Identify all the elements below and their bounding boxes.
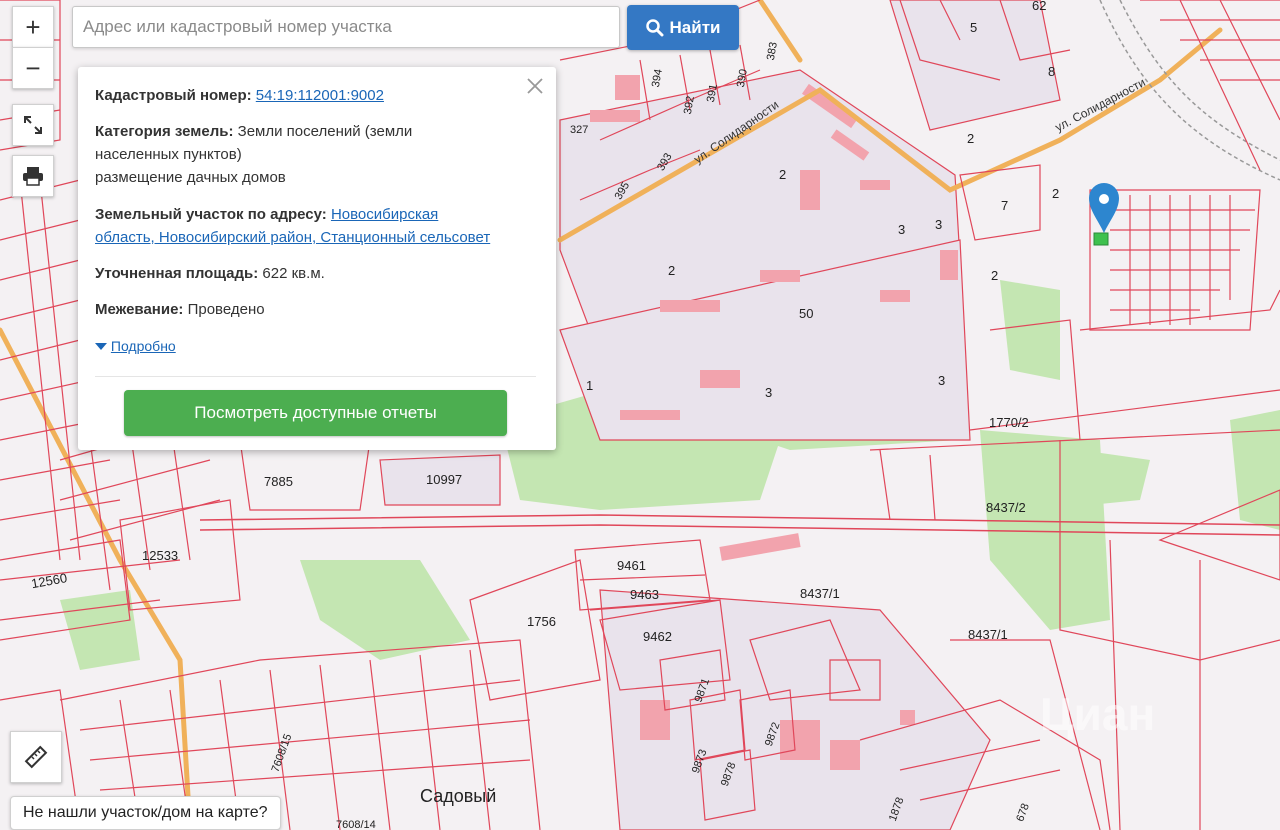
address-label: Земельный участок по адресу: — [95, 206, 327, 223]
search-input[interactable] — [72, 6, 620, 48]
parcel-label: 2 — [967, 131, 974, 146]
not-found-button[interactable]: Не нашли участок/дом на карте? — [10, 796, 281, 830]
parcel-label: 1 — [586, 378, 593, 393]
survey-row: Межевание: Проведено — [95, 298, 535, 321]
parcel-label: 3 — [898, 222, 905, 237]
parcel-label: 7608/14 — [336, 819, 376, 830]
watermark: Циан — [1040, 688, 1155, 740]
parcel-label: 3 — [938, 373, 945, 388]
popup-divider — [95, 376, 536, 377]
address-link[interactable]: область, Новосибирский район, Станционны… — [95, 229, 490, 246]
parcel-label: 1770/2 — [989, 415, 1029, 430]
parcel-label: 7 — [1001, 198, 1008, 213]
search-icon — [645, 18, 664, 36]
expand-icon — [24, 116, 42, 134]
area-row: Уточненная площадь: 622 кв.м. — [95, 262, 535, 285]
parcel-label: 8437/2 — [986, 500, 1026, 515]
address-link[interactable]: Новосибирская — [331, 206, 438, 223]
cadastral-number-row: Кадастровый номер: 54:19:112001:9002 — [95, 84, 535, 107]
area-label: Уточненная площадь: — [95, 265, 259, 282]
parcel-label: 2 — [668, 263, 675, 278]
parcel-label: 9462 — [643, 629, 672, 644]
survey-value: Проведено — [187, 301, 265, 318]
parcel-label: 327 — [570, 124, 588, 136]
view-reports-label: Посмотреть доступные отчеты — [194, 403, 437, 422]
cadastral-number-link[interactable]: 54:19:112001:9002 — [256, 87, 384, 104]
search-button-label: Найти — [669, 17, 721, 37]
details-toggle[interactable]: Подробно — [95, 335, 535, 358]
locality-label: Садовый — [420, 786, 496, 806]
ruler-icon — [24, 745, 48, 769]
parcel-label: 8437/1 — [968, 627, 1008, 642]
parcel-label: 12533 — [142, 548, 178, 563]
print-button[interactable] — [12, 155, 54, 197]
parcel-label: 50 — [799, 306, 813, 321]
parcel-label: 3 — [765, 385, 772, 400]
zoom-in-label: + — [25, 11, 41, 42]
parcel-label: 2 — [1052, 186, 1059, 201]
parcel-label: 62 — [1032, 0, 1046, 13]
land-category-value: Земли поселений (земли — [237, 123, 413, 140]
parcel-label: 10997 — [426, 472, 462, 487]
land-category-value: населенных пунктов) — [95, 146, 242, 163]
caret-down-icon — [95, 343, 107, 351]
land-use-value: размещение дачных домов — [95, 169, 286, 186]
parcel-label: 1756 — [527, 614, 556, 629]
area-value: 622 кв.м. — [262, 265, 325, 282]
parcel-label: 2 — [779, 167, 786, 182]
parcel-label: 9463 — [630, 587, 659, 602]
ruler-button[interactable] — [10, 731, 62, 783]
zoom-out-button[interactable]: − — [12, 47, 54, 89]
cadastral-number-label: Кадастровый номер: — [95, 87, 252, 104]
parcel-label: 5 — [970, 20, 977, 35]
parcel-info-popup: Кадастровый номер: 54:19:112001:9002 Кат… — [78, 67, 556, 450]
not-found-label: Не нашли участок/дом на карте? — [23, 804, 268, 821]
parcel-label: 9461 — [617, 558, 646, 573]
zoom-out-label: − — [25, 52, 41, 83]
view-reports-button[interactable]: Посмотреть доступные отчеты — [124, 390, 507, 436]
parcel-label: 3 — [935, 217, 942, 232]
details-link[interactable]: Подробно — [111, 338, 176, 354]
parcel-label: 8437/1 — [800, 586, 840, 601]
selected-parcel[interactable] — [1093, 232, 1109, 246]
address-row: Земельный участок по адресу: Новосибирск… — [95, 203, 535, 249]
parcel-label: 7885 — [264, 474, 293, 489]
parcel-label: 8 — [1048, 64, 1055, 79]
land-category-label: Категория земель: — [95, 123, 234, 140]
survey-label: Межевание: — [95, 301, 184, 318]
land-category-row: Категория земель: Земли поселений (земли… — [95, 120, 535, 189]
parcel-label: 2 — [991, 268, 998, 283]
fullscreen-button[interactable] — [12, 104, 54, 146]
search-button[interactable]: Найти — [627, 5, 739, 50]
printer-icon — [23, 167, 43, 186]
zoom-in-button[interactable]: + — [12, 6, 54, 47]
